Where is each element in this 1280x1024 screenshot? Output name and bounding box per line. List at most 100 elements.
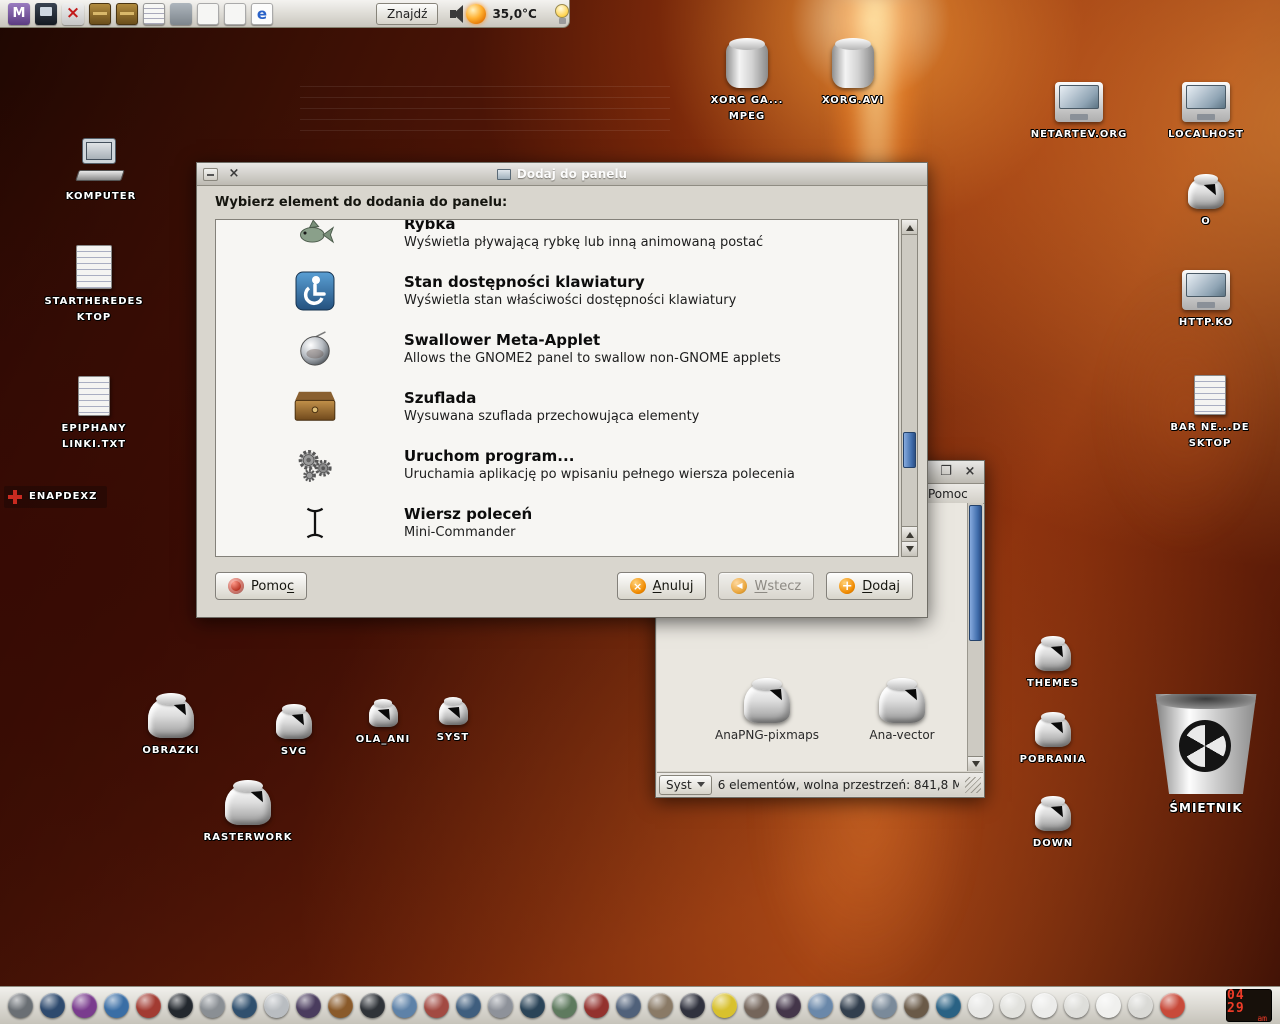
desktop-icon-http-ko[interactable]: HTTP.KO [1162,270,1250,331]
close-icon[interactable]: × [226,167,242,182]
app-icon[interactable] [872,993,897,1018]
document-launcher-icon[interactable] [143,3,165,25]
desktop-icon-obrazki[interactable]: OBRAZKI [126,698,216,759]
app-icon[interactable] [264,993,289,1018]
window-manager-launcher-icon[interactable] [8,3,30,25]
resize-grip[interactable] [965,777,981,793]
find-button[interactable]: Znajdź [376,3,438,25]
app-icon[interactable] [1096,993,1121,1018]
desktop-icon-localhost[interactable]: LOCALHOST [1160,82,1252,143]
app-icon[interactable] [840,993,865,1018]
folder-label: Ana-vector [869,728,934,742]
desktop-icon-enapdexz[interactable]: ENAPDEXZ [4,486,107,508]
desktop-icon-xorg-mpeg[interactable]: XORG GA... MPEG [703,42,791,125]
app-icon[interactable] [392,993,417,1018]
app-icon[interactable] [1000,993,1025,1018]
add-button[interactable]: Dodaj [826,572,913,600]
browser-launcher-icon[interactable] [251,3,273,25]
scroll-down-button[interactable] [902,541,917,556]
desktop-icon-pobrania[interactable]: POBRANIA [1012,716,1094,768]
app-icon[interactable] [328,993,353,1018]
close-icon[interactable]: × [962,465,978,480]
app-icon[interactable] [168,993,193,1018]
app-icon[interactable] [1032,993,1057,1018]
utility-launcher-icon[interactable] [170,3,192,25]
app-icon[interactable] [1128,993,1153,1018]
temperature-applet[interactable]: 35,0°C [466,4,536,24]
zoom-combo[interactable]: Syst [659,775,712,795]
dialog-scrollbar[interactable] [901,219,918,557]
desktop-icon-syst[interactable]: SYST [426,700,480,746]
app-icon[interactable] [936,993,961,1018]
crate-launcher-icon[interactable] [89,3,111,25]
app-icon[interactable] [360,993,385,1018]
desktop-icon-komputer[interactable]: KOMPUTER [55,138,147,205]
scroll-down-button[interactable] [968,756,983,771]
desktop-icon-startheredesktop[interactable]: STARTHEREDES KTOP [44,245,144,326]
list-item-keyboard-accessibility[interactable]: Stan dostępności klawiatury Wyświetla st… [216,262,898,320]
menu-item-help[interactable]: Pomoc [924,487,972,501]
list-item-rybka[interactable]: Rybka Wyświetla pływającą rybkę lub inną… [216,219,898,262]
blank-launcher-icon[interactable] [197,3,219,25]
desktop-icon-bar-desktop[interactable]: BAR NE...DE SKTOP [1166,375,1254,452]
desktop-icon-svg[interactable]: SVG [258,708,330,760]
list-item-swallower[interactable]: Swallower Meta-Applet Allows the GNOME2 … [216,320,898,378]
app-icon[interactable] [200,993,225,1018]
back-button[interactable]: Wstecz [718,572,814,600]
app-icon[interactable] [520,993,545,1018]
app-icon[interactable] [616,993,641,1018]
desktop-icon-xorg-avi[interactable]: XORG.AVI [815,42,891,109]
desktop-icon-epiphany-linki[interactable]: EPIPHANY LINKI.TXT [48,376,140,453]
window-menu-icon[interactable] [203,168,218,181]
xkill-launcher-icon[interactable] [62,3,84,25]
desktop-icon-down[interactable]: DOWN [1016,800,1090,852]
app-icon[interactable] [488,993,513,1018]
app-icon[interactable] [584,993,609,1018]
app-icon[interactable] [808,993,833,1018]
app-icon[interactable] [552,993,577,1018]
app-icon[interactable] [40,993,65,1018]
blank-launcher-icon[interactable] [224,3,246,25]
list-item-szuflada[interactable]: Szuflada Wysuwana szuflada przechowująca… [216,378,898,436]
scroll-up-button[interactable] [902,526,917,541]
scrollbar-thumb[interactable] [969,505,982,641]
scrollbar-thumb[interactable] [903,432,916,468]
app-icon[interactable] [776,993,801,1018]
app-icon[interactable] [104,993,129,1018]
app-icon[interactable] [136,993,161,1018]
desktop-icon-netartev-org[interactable]: NETARTEV.ORG [1032,82,1126,143]
applet-list[interactable]: Rybka Wyświetla pływającą rybkę lub inną… [215,219,899,557]
desktop-icon-themes[interactable]: THEMES [1016,640,1090,692]
app-icon[interactable] [72,993,97,1018]
app-icon[interactable] [968,993,993,1018]
scroll-up-button[interactable] [902,220,917,235]
folder-item[interactable]: Ana-vector [847,683,957,742]
crate-launcher-icon[interactable] [116,3,138,25]
app-icon[interactable] [648,993,673,1018]
desktop-icon-o[interactable]: O [1174,178,1238,230]
desktop-icon-smietnik-trash[interactable]: ŚMIETNIK [1140,692,1272,818]
app-icon[interactable] [456,993,481,1018]
app-icon[interactable] [232,993,257,1018]
app-icon[interactable] [712,993,737,1018]
display-launcher-icon[interactable] [35,3,57,25]
app-icon[interactable] [904,993,929,1018]
app-icon[interactable] [8,993,33,1018]
app-icon[interactable] [1064,993,1089,1018]
folder-item[interactable]: AnaPNG-pixmaps [712,683,822,742]
desktop-icon-ola-ani[interactable]: OLA_ANI [350,702,416,748]
cancel-button[interactable]: Anuluj [617,572,707,600]
app-icon[interactable] [744,993,769,1018]
help-button[interactable]: Pomoc [215,572,307,600]
list-item-uruchom-program[interactable]: Uruchom program... Uruchamia aplikację p… [216,436,898,494]
desktop-icon-rasterwork[interactable]: RASTERWORK [198,785,298,846]
list-item-wiersz-polecen[interactable]: Wiersz poleceń Mini-Commander [216,494,898,552]
led-clock[interactable]: 04 29 am [1226,989,1272,1022]
app-icon[interactable] [680,993,705,1018]
file-window-scrollbar[interactable] [967,503,983,771]
restore-icon[interactable]: ❐ [938,465,954,480]
app-icon[interactable] [424,993,449,1018]
dialog-titlebar[interactable]: Dodaj do panelu × [197,163,927,186]
app-icon[interactable] [1160,993,1185,1018]
app-icon[interactable] [296,993,321,1018]
